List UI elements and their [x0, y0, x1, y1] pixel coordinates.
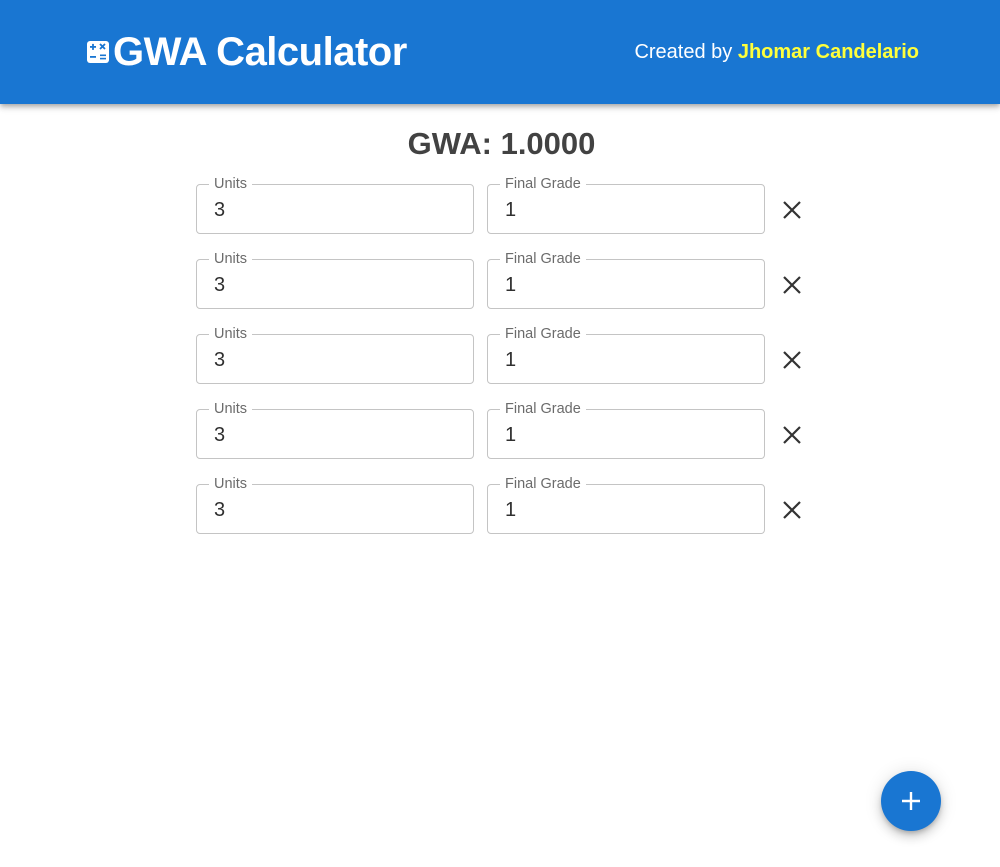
remove-row-button[interactable] — [776, 269, 808, 301]
author-credit: Created by Jhomar Candelario — [634, 40, 919, 64]
close-icon — [783, 276, 801, 294]
calculator-icon — [87, 41, 109, 63]
final-grade-field[interactable]: Final Grade 1 — [487, 176, 765, 234]
final-grade-value[interactable]: 1 — [505, 424, 516, 446]
units-label: Units — [209, 401, 253, 417]
author-name: Jhomar Candelario — [737, 41, 919, 63]
units-value[interactable]: 3 — [214, 349, 225, 371]
units-value[interactable]: 3 — [214, 499, 225, 521]
units-label: Units — [209, 326, 253, 342]
final-grade-value[interactable]: 1 — [505, 199, 516, 221]
units-value[interactable]: 3 — [214, 199, 225, 221]
close-icon — [783, 351, 801, 369]
grade-row: Units 3 Final Grade 1 — [196, 251, 816, 309]
final-grade-value[interactable]: 1 — [505, 499, 516, 521]
units-field[interactable]: Units 3 — [196, 326, 474, 384]
grade-rows: Units 3 Final Grade 1 Units 3 Final Grad… — [196, 176, 816, 559]
final-grade-value[interactable]: 1 — [505, 349, 516, 371]
close-icon — [783, 201, 801, 219]
add-row-button[interactable] — [881, 771, 941, 831]
grade-row: Units 3 Final Grade 1 — [196, 326, 816, 384]
grade-row: Units 3 Final Grade 1 — [196, 176, 816, 234]
grade-row: Units 3 Final Grade 1 — [196, 476, 816, 534]
units-label: Units — [209, 176, 253, 192]
units-label: Units — [209, 251, 253, 267]
gwa-result: GWA: 1.0000 — [407, 126, 596, 161]
plus-icon — [902, 792, 920, 810]
units-field[interactable]: Units 3 — [196, 401, 474, 459]
final-grade-label: Final Grade — [500, 251, 586, 267]
final-grade-value[interactable]: 1 — [505, 274, 516, 296]
units-value[interactable]: 3 — [214, 274, 225, 296]
close-icon — [783, 426, 801, 444]
remove-row-button[interactable] — [776, 194, 808, 226]
brand: GWA Calculator — [87, 30, 407, 74]
remove-row-button[interactable] — [776, 344, 808, 376]
final-grade-label: Final Grade — [500, 401, 586, 417]
final-grade-label: Final Grade — [500, 326, 586, 342]
final-grade-field[interactable]: Final Grade 1 — [487, 476, 765, 534]
units-label: Units — [209, 476, 253, 492]
remove-row-button[interactable] — [776, 494, 808, 526]
close-icon — [783, 501, 801, 519]
final-grade-label: Final Grade — [500, 476, 586, 492]
credit-prefix: Created by — [634, 41, 738, 63]
remove-row-button[interactable] — [776, 419, 808, 451]
final-grade-label: Final Grade — [500, 176, 586, 192]
units-value[interactable]: 3 — [214, 424, 225, 446]
app-title: GWA Calculator — [113, 30, 407, 74]
app-bar: GWA Calculator Created by Jhomar Candela… — [0, 0, 1000, 104]
units-field[interactable]: Units 3 — [196, 251, 474, 309]
final-grade-field[interactable]: Final Grade 1 — [487, 401, 765, 459]
units-field[interactable]: Units 3 — [196, 476, 474, 534]
final-grade-field[interactable]: Final Grade 1 — [487, 326, 765, 384]
grade-row: Units 3 Final Grade 1 — [196, 401, 816, 459]
final-grade-field[interactable]: Final Grade 1 — [487, 251, 765, 309]
units-field[interactable]: Units 3 — [196, 176, 474, 234]
